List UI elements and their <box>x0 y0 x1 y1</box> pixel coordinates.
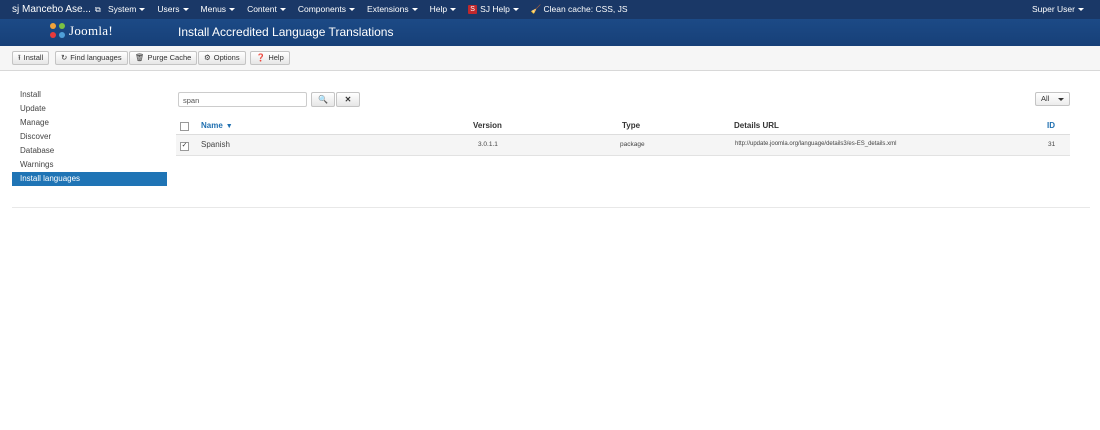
type-header: Type <box>622 121 641 130</box>
user-menu[interactable]: Super User <box>1032 0 1084 19</box>
version-header: Version <box>473 121 502 130</box>
sidebar-item-warnings[interactable]: Warnings <box>12 158 167 172</box>
joomla-logo[interactable]: Joomla! <box>50 23 113 39</box>
sidebar-item-update[interactable]: Update <box>12 102 167 116</box>
page-header: Joomla! Install Accredited Language Tran… <box>0 19 1100 46</box>
help-button[interactable]: ❓ Help <box>250 51 290 65</box>
section-divider <box>12 207 1090 208</box>
menu-menus[interactable]: Menus <box>201 0 236 19</box>
sj-logo-icon: S <box>468 5 478 15</box>
table-row: ✓ Spanish 3.0.1.1 package http://update.… <box>176 135 1070 156</box>
broom-icon: 🧹 <box>530 4 542 14</box>
clear-search-button[interactable]: ✕ <box>336 92 360 107</box>
close-icon: ✕ <box>344 95 352 104</box>
caret-down-icon <box>139 8 146 12</box>
menu-content[interactable]: Content <box>247 0 286 19</box>
site-name-text: sj Mancebo Ase... <box>12 4 91 15</box>
purge-cache-button[interactable]: 🗑 Purge Cache <box>129 51 198 65</box>
language-version: 3.0.1.1 <box>478 141 498 148</box>
sidebar-item-install[interactable]: Install <box>12 88 167 102</box>
find-languages-button[interactable]: ↻ Find languages <box>55 51 128 65</box>
sidebar: Install Update Manage Discover Database … <box>12 88 167 186</box>
page-title: Install Accredited Language Translations <box>178 25 394 39</box>
sidebar-item-database[interactable]: Database <box>12 144 167 158</box>
sidebar-item-manage[interactable]: Manage <box>12 116 167 130</box>
menu-users[interactable]: Users <box>157 0 189 19</box>
caret-down-icon <box>450 8 457 12</box>
language-name: Spanish <box>201 140 230 149</box>
caret-down-icon <box>349 8 356 12</box>
caret-down-icon <box>229 8 236 12</box>
table-header: Name ▼ Version Type Details URL ID <box>176 117 1070 135</box>
menu-extensions[interactable]: Extensions <box>367 0 418 19</box>
row-checkbox[interactable]: ✓ <box>180 142 189 151</box>
external-link-icon: ⧉ <box>94 5 101 14</box>
caret-down-icon <box>1058 98 1064 101</box>
language-id: 31 <box>1048 141 1056 148</box>
joomla-mark-icon <box>50 23 66 39</box>
upload-icon: ⭱ <box>18 53 21 62</box>
sidebar-item-discover[interactable]: Discover <box>12 130 167 144</box>
clean-cache-link[interactable]: 🧹 Clean cache: CSS, JS <box>531 0 628 19</box>
menu-system[interactable]: System <box>108 0 146 19</box>
sort-name-header[interactable]: Name ▼ <box>201 121 233 130</box>
menu-help[interactable]: Help <box>430 0 457 19</box>
details-url-header: Details URL <box>734 121 779 130</box>
install-button[interactable]: ⭱ Install <box>12 51 50 65</box>
chevron-down-icon: ▼ <box>225 123 233 130</box>
sidebar-item-install-languages[interactable]: Install languages <box>12 172 167 186</box>
refresh-icon: ↻ <box>61 53 68 62</box>
caret-down-icon <box>1078 8 1084 12</box>
search-icon: 🔍 <box>318 95 328 104</box>
question-icon: ❓ <box>256 53 266 62</box>
trash-icon: 🗑 <box>135 53 145 62</box>
gear-icon: ⚙ <box>204 53 211 62</box>
sort-id-header[interactable]: ID <box>1047 121 1055 130</box>
language-type: package <box>620 141 645 148</box>
search-input[interactable]: span <box>178 92 307 107</box>
options-button[interactable]: ⚙ Options <box>198 51 246 65</box>
caret-down-icon <box>182 8 189 12</box>
check-all-checkbox[interactable] <box>180 122 189 131</box>
caret-down-icon <box>411 8 418 12</box>
menu-components[interactable]: Components <box>298 0 356 19</box>
main-menu: System Users Menus Content Components Ex… <box>108 0 640 19</box>
search-button[interactable]: 🔍 <box>311 92 335 107</box>
language-details-url: http://update.joomla.org/language/detail… <box>735 141 897 147</box>
caret-down-icon <box>512 8 519 12</box>
languages-table: Name ▼ Version Type Details URL ID ✓ Span… <box>176 117 1070 156</box>
top-navbar: sj Mancebo Ase... ⧉ System Users Menus Co… <box>0 0 1100 20</box>
joomla-logo-text: Joomla! <box>69 23 113 38</box>
toolbar: ⭱ Install ↻ Find languages 🗑 Purge Cache ⚙ O… <box>0 46 1100 71</box>
caret-down-icon <box>279 8 286 12</box>
list-limit-select[interactable]: All <box>1035 92 1070 106</box>
menu-sj-help[interactable]: S SJ Help <box>468 0 519 19</box>
site-name-link[interactable]: sj Mancebo Ase... ⧉ <box>12 4 101 15</box>
